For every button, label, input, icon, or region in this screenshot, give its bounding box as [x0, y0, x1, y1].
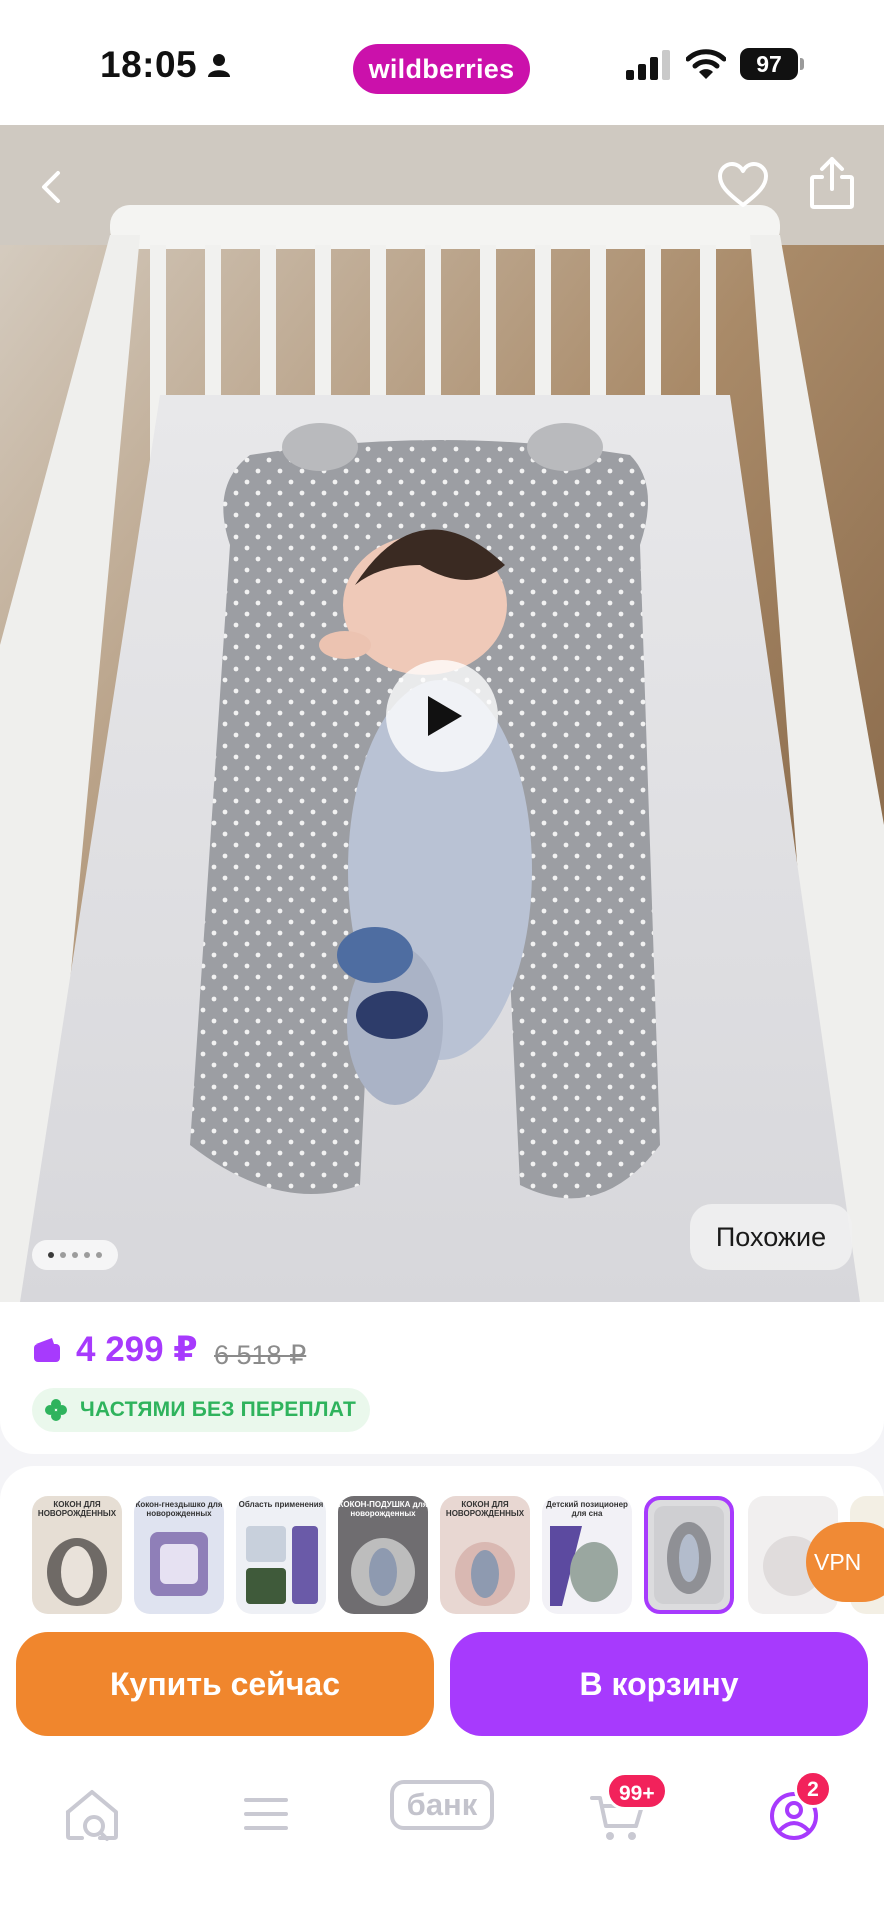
- variant-thumbnail[interactable]: КОКОН ДЛЯ НОВОРОЖДЕННЫХ: [32, 1496, 122, 1614]
- play-icon: [428, 696, 462, 736]
- variant-thumbnail-selected[interactable]: [644, 1496, 734, 1614]
- battery-indicator: 97: [740, 48, 798, 80]
- variant-caption: Область применения: [238, 1500, 324, 1509]
- gallery-dot: [96, 1252, 102, 1258]
- purchase-actions: Купить сейчас В корзину: [0, 1626, 884, 1756]
- share-icon[interactable]: [806, 155, 858, 211]
- clover-icon: [45, 1399, 67, 1421]
- wifi-icon: [686, 49, 726, 79]
- variants-strip: КОКОН ДЛЯ НОВОРОЖДЕННЫХ Кокон-гнездышко …: [0, 1466, 884, 1626]
- gallery-page-indicator: [32, 1240, 118, 1270]
- cellular-signal-icon: [626, 50, 670, 80]
- product-page: 18:05 wildberries 97 Похожие 4 299 ₽ 6 5…: [0, 0, 884, 1920]
- variant-thumbnail[interactable]: КОКОН ДЛЯ НОВОРОЖДЕННЫХ: [440, 1496, 530, 1614]
- person-icon: [208, 54, 230, 77]
- bottom-navigation: банк 99+ 2: [0, 1756, 884, 1920]
- gallery-dot: [60, 1252, 66, 1258]
- variant-caption: КОКОН ДЛЯ НОВОРОЖДЕННЫХ: [37, 1500, 117, 1518]
- profile-notification-badge: 2: [794, 1770, 832, 1808]
- old-price: 6 518 ₽: [214, 1340, 307, 1370]
- variant-thumbnail[interactable]: Кокон-гнездышко для новорожденных: [134, 1496, 224, 1614]
- installments-badge[interactable]: ЧАСТЯМИ БЕЗ ПЕРЕПЛАТ: [32, 1388, 371, 1432]
- similar-products-button[interactable]: Похожие: [690, 1204, 852, 1270]
- wallet-icon: [34, 1338, 60, 1362]
- favorite-heart-icon[interactable]: [716, 159, 770, 213]
- back-icon[interactable]: [30, 165, 74, 209]
- gallery-dot: [72, 1252, 78, 1258]
- price-section: 4 299 ₽ 6 518 ₽ ЧАСТЯМИ БЕЗ ПЕРЕПЛАТ: [0, 1302, 884, 1454]
- home-search-icon[interactable]: [60, 1782, 124, 1846]
- bank-tab[interactable]: банк: [390, 1780, 494, 1830]
- variant-image: [654, 1506, 724, 1604]
- add-to-cart-button[interactable]: В корзину: [450, 1632, 868, 1736]
- variant-image: [246, 1526, 318, 1604]
- installments-label: ЧАСТЯМИ БЕЗ ПЕРЕПЛАТ: [80, 1398, 357, 1421]
- cart-count-badge: 99+: [606, 1772, 668, 1810]
- play-video-button[interactable]: [386, 660, 498, 772]
- vpn-floating-button[interactable]: VPN: [806, 1522, 884, 1602]
- variant-caption: Детский позиционер для сна: [546, 1500, 628, 1518]
- variant-thumbnail[interactable]: Область применения: [236, 1496, 326, 1614]
- brand-logo: wildberries: [353, 44, 530, 94]
- variant-thumbnail[interactable]: КОКОН-ПОДУШКА для новорожденных: [338, 1496, 428, 1614]
- gallery-dot: [84, 1252, 90, 1258]
- variant-caption: КОКОН ДЛЯ НОВОРОЖДЕННЫХ: [445, 1500, 525, 1518]
- status-bar: 18:05 wildberries 97: [0, 0, 884, 125]
- variant-thumbnail[interactable]: Детский позиционер для сна: [542, 1496, 632, 1614]
- battery-tip: [800, 58, 804, 70]
- gallery-dot: [48, 1252, 54, 1258]
- buy-now-button[interactable]: Купить сейчас: [16, 1632, 434, 1736]
- variant-caption: КОКОН-ПОДУШКА для новорожденных: [338, 1500, 428, 1518]
- product-image-gallery[interactable]: Похожие: [0, 125, 884, 1302]
- variant-caption: Кокон-гнездышко для новорожденных: [135, 1500, 223, 1518]
- current-price: 4 299 ₽: [76, 1330, 198, 1369]
- status-time: 18:05: [100, 44, 198, 85]
- catalog-menu-icon[interactable]: [234, 1782, 298, 1846]
